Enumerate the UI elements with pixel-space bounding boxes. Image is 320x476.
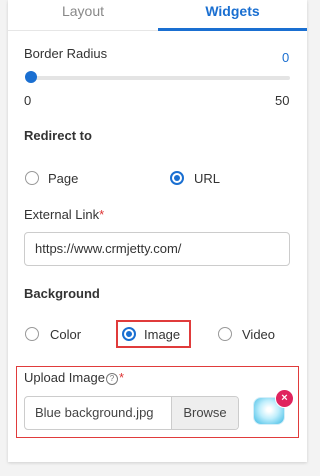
redirect-label: Redirect to [24,128,92,143]
upload-image-label: Upload Image? * [24,370,124,385]
browse-button[interactable]: Browse [171,397,238,429]
redirect-page-radio[interactable] [25,171,39,185]
border-radius-slider-handle[interactable] [25,71,37,83]
active-tab-indicator [158,28,307,31]
background-color-label[interactable]: Color [50,327,81,342]
redirect-url-radio[interactable] [170,171,184,185]
external-link-input[interactable]: https://www.crmjetty.com/ [24,232,290,266]
remove-image-button[interactable]: × [275,389,294,408]
background-color-radio[interactable] [25,327,39,341]
file-upload-field[interactable]: Blue background.jpg Browse [24,396,239,430]
border-radius-value: 0 [282,50,290,65]
external-link-label-text: External Link [24,207,100,222]
widget-settings-panel: Layout Widgets Border Radius 0 0 50 Redi… [8,0,307,462]
tab-widgets[interactable]: Widgets [158,0,307,30]
file-name: Blue background.jpg [35,405,154,420]
redirect-url-label[interactable]: URL [194,171,220,186]
redirect-page-label[interactable]: Page [48,171,78,186]
upload-image-label-text: Upload Image [24,370,105,385]
background-image-label[interactable]: Image [144,327,180,342]
required-mark: * [99,207,105,222]
background-video-radio[interactable] [218,327,232,341]
border-radius-label: Border Radius [24,46,108,61]
help-icon[interactable]: ? [105,373,118,385]
external-link-label: External Link* [24,207,104,222]
background-label: Background [24,286,100,301]
required-mark: * [118,370,125,385]
slider-max-label: 50 [275,93,290,108]
border-radius-slider-track[interactable] [31,76,290,80]
background-image-radio[interactable] [122,327,136,341]
background-video-label[interactable]: Video [242,327,275,342]
slider-min-label: 0 [24,93,32,108]
tab-layout[interactable]: Layout [8,0,158,30]
tab-bar: Layout Widgets [8,0,307,31]
